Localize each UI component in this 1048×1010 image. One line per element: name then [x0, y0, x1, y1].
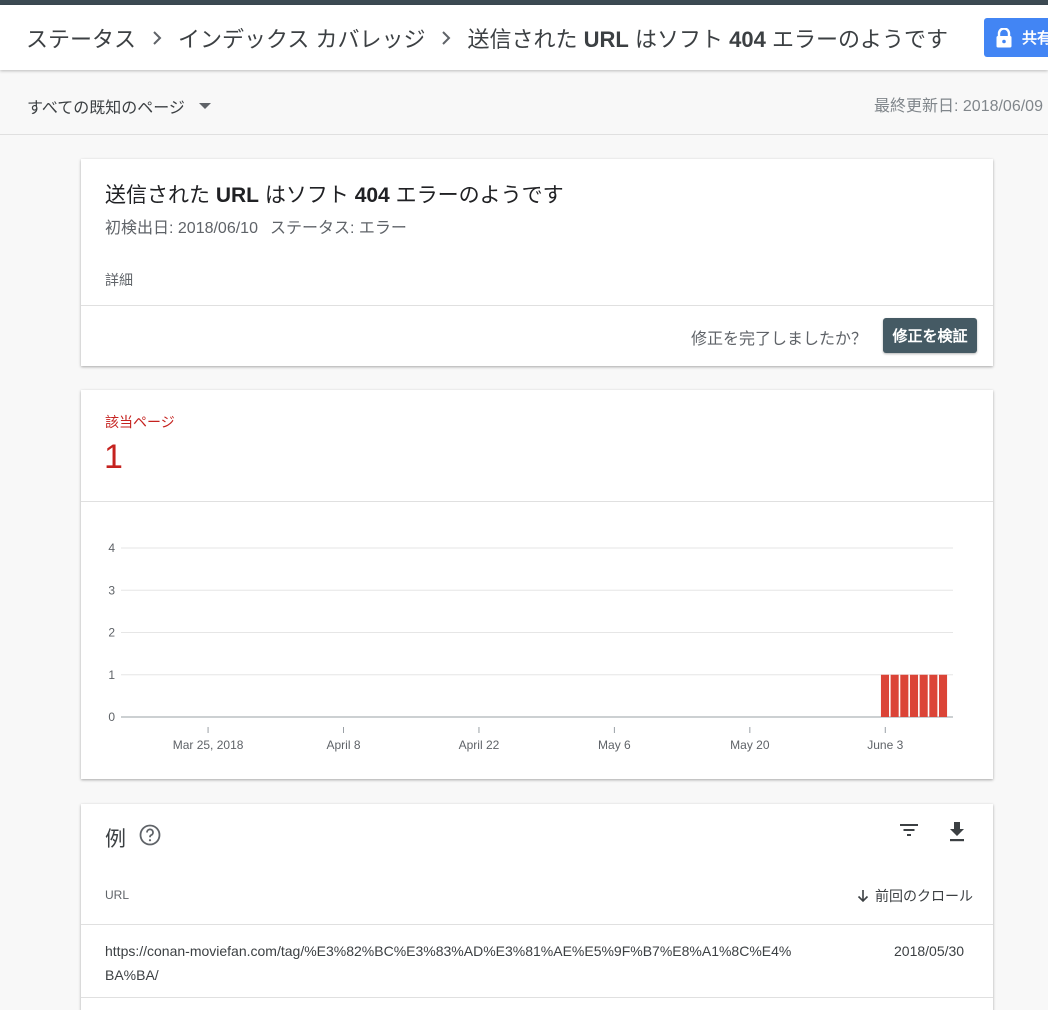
x-tick-label: April 22 — [459, 738, 500, 752]
examples-card: 例 URL 前回のクロール https://conan-moviefan.com… — [81, 804, 993, 1010]
issue-meta: 初検出日: 2018/06/10 ステータス: エラー — [105, 214, 407, 238]
breadcrumb-status-link[interactable]: ステータス — [26, 22, 136, 54]
app-header: ステータス インデックス カバレッジ 送信された URL はソフト 404 エラ… — [0, 5, 1048, 70]
chart-bar — [880, 674, 890, 717]
x-tick-label: Mar 25, 2018 — [173, 738, 244, 752]
help-icon[interactable] — [139, 824, 161, 851]
download-icon[interactable] — [947, 821, 967, 848]
x-tick-label: May 6 — [598, 738, 631, 752]
lock-icon — [996, 27, 1012, 47]
examples-title: 例 — [105, 828, 126, 851]
y-tick-label: 0 — [108, 710, 115, 724]
y-tick-label: 3 — [108, 583, 115, 597]
filter-icon[interactable] — [899, 822, 919, 843]
affected-pages-count: 1 — [104, 438, 123, 476]
column-header-url: URL — [105, 888, 130, 902]
chart-bar — [919, 674, 928, 717]
breadcrumb-coverage-link[interactable]: インデックス カバレッジ — [178, 22, 425, 54]
issue-card: 送信された URL はソフト 404 エラーのようです 初検出日: 2018/0… — [81, 159, 993, 366]
table-row[interactable]: https://conan-moviefan.com/tag/%E3%82%BC… — [81, 925, 993, 998]
y-tick-label: 2 — [108, 626, 115, 640]
example-crawl-date: 2018/05/30 — [894, 943, 965, 959]
filter-bar: すべての既知のページ 最終更新日: 2018/06/09 — [0, 70, 1048, 135]
column-header-last-crawl[interactable]: 前回のクロール — [857, 886, 973, 906]
example-url: https://conan-moviefan.com/tag/%E3%82%BC… — [105, 943, 792, 983]
breadcrumb: ステータス インデックス カバレッジ 送信された URL はソフト 404 エラ… — [0, 22, 948, 54]
details-label: 詳細 — [105, 272, 133, 288]
share-button[interactable]: 共有 — [984, 18, 1048, 57]
last-updated: 最終更新日: 2018/06/09 — [874, 98, 1043, 115]
page-filter-label: すべての既知のページ — [27, 100, 185, 117]
last-crawl-label: 前回のクロール — [875, 888, 973, 904]
breadcrumb-current: 送信された URL はソフト 404 エラーのようです — [467, 26, 948, 52]
y-tick-label: 1 — [108, 668, 115, 682]
affected-pages-card: 該当ページ 1 0 1 2 3 4 Mar 25, 2018 April 8 April 22… — [81, 390, 993, 779]
x-tick-label: May 20 — [730, 738, 770, 752]
chart-bar — [900, 674, 909, 717]
share-button-label: 共有 — [1022, 30, 1048, 47]
page-filter-dropdown[interactable]: すべての既知のページ — [27, 94, 211, 118]
validate-fix-button[interactable]: 修正を検証 — [883, 318, 977, 353]
chart-bar — [909, 674, 919, 717]
fix-question: 修正を完了しましたか？ — [691, 331, 868, 348]
first-detected: 初検出日: 2018/06/10 — [105, 220, 258, 237]
chart-bar — [929, 674, 938, 717]
chart-bar — [890, 674, 899, 717]
chevron-right-icon — [441, 30, 451, 45]
caret-down-icon — [198, 103, 211, 109]
divider — [81, 305, 993, 306]
chevron-right-icon — [152, 30, 162, 45]
y-tick-label: 4 — [108, 541, 115, 555]
x-tick-label: April 8 — [327, 738, 361, 752]
issue-title: 送信された URL はソフト 404 エラーのようです — [105, 184, 564, 207]
arrow-down-icon — [857, 890, 869, 903]
affected-pages-label: 該当ページ — [105, 414, 175, 430]
affected-pages-chart: 0 1 2 3 4 Mar 25, 2018 April 8 April 22 May 6 May… — [108, 541, 953, 752]
x-tick-label: June 3 — [867, 738, 903, 752]
issue-status: ステータス: エラー — [269, 220, 407, 237]
chart-bar — [938, 674, 948, 717]
